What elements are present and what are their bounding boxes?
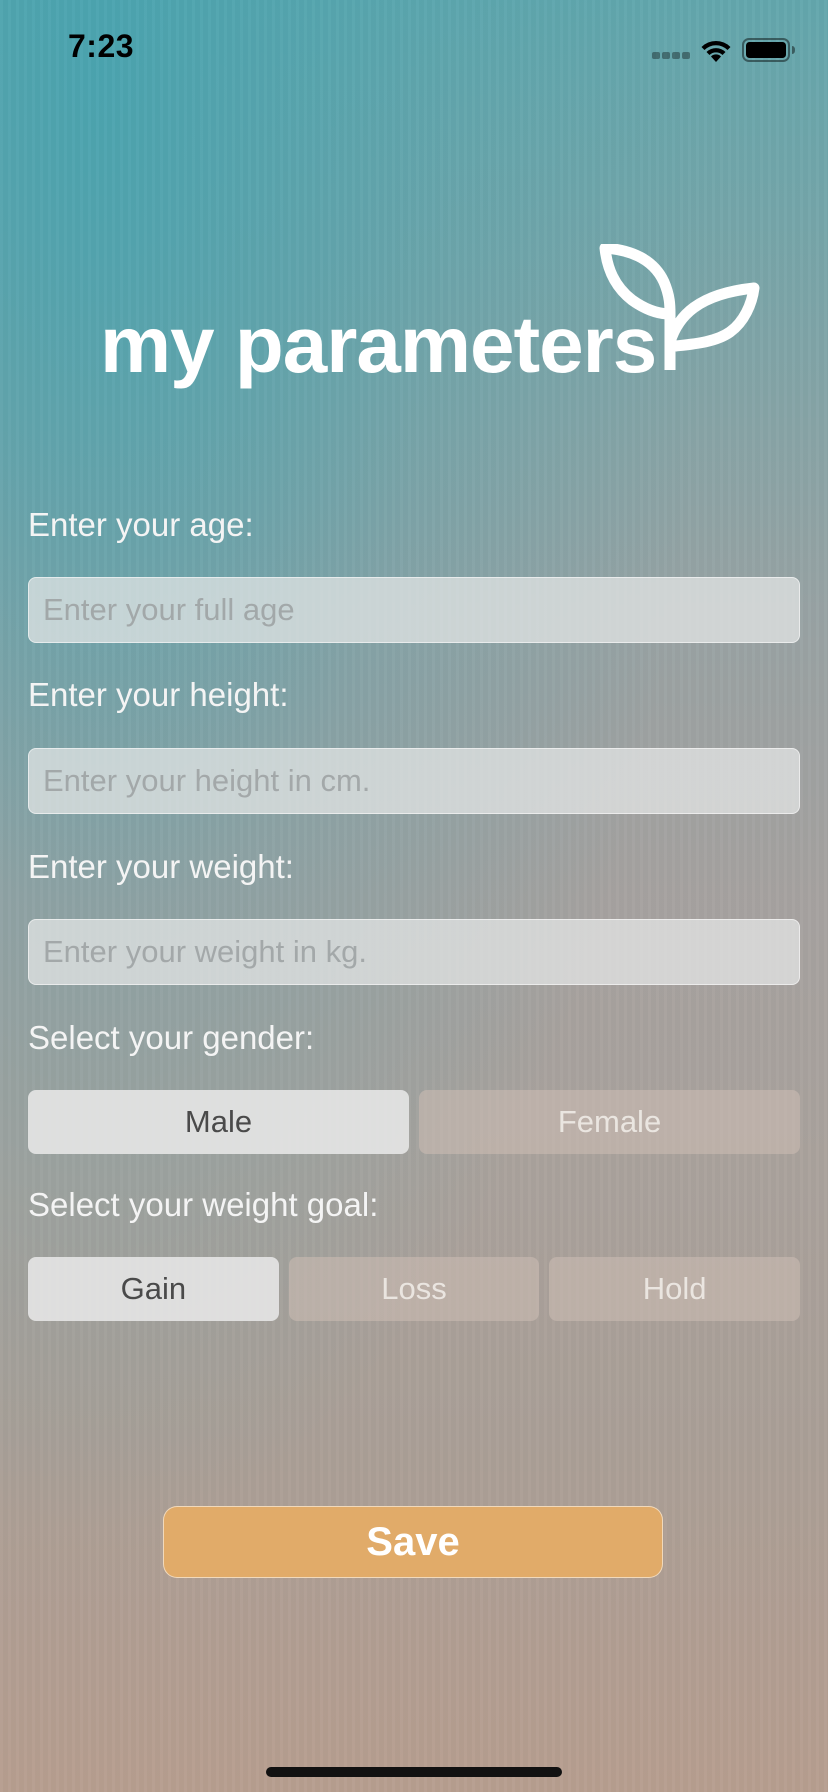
page-title: my parameters bbox=[100, 300, 657, 389]
weight-input[interactable] bbox=[28, 919, 800, 985]
age-label: Enter your age: bbox=[28, 506, 254, 543]
height-input[interactable] bbox=[28, 748, 800, 814]
home-indicator[interactable] bbox=[266, 1767, 562, 1777]
weight-label: Enter your weight: bbox=[28, 848, 294, 885]
status-time: 7:23 bbox=[68, 28, 135, 64]
status-bar: 7:23 bbox=[0, 0, 828, 100]
gender-label: Select your gender: bbox=[28, 1019, 315, 1056]
gender-option-male[interactable]: Male bbox=[28, 1090, 409, 1154]
age-input[interactable] bbox=[28, 577, 800, 643]
gender-option-female[interactable]: Female bbox=[419, 1090, 800, 1154]
goal-option-hold[interactable]: Hold bbox=[549, 1257, 801, 1321]
screen: 7:23 my parameters Enter your age: Enter… bbox=[0, 0, 828, 1792]
save-button[interactable]: Save bbox=[163, 1506, 663, 1578]
wifi-icon bbox=[701, 40, 731, 62]
sprout-leaf-icon bbox=[599, 244, 760, 370]
goal-option-gain[interactable]: Gain bbox=[28, 1257, 279, 1321]
weight-goal-segmented-control: Gain Loss Hold bbox=[28, 1257, 801, 1321]
goal-option-loss[interactable]: Loss bbox=[288, 1257, 540, 1321]
height-label: Enter your height: bbox=[28, 676, 289, 713]
cellular-signal-icon bbox=[652, 52, 692, 60]
battery-icon bbox=[742, 38, 795, 62]
gender-segmented-control: Male Female bbox=[28, 1090, 800, 1154]
weight-goal-label: Select your weight goal: bbox=[28, 1186, 379, 1223]
